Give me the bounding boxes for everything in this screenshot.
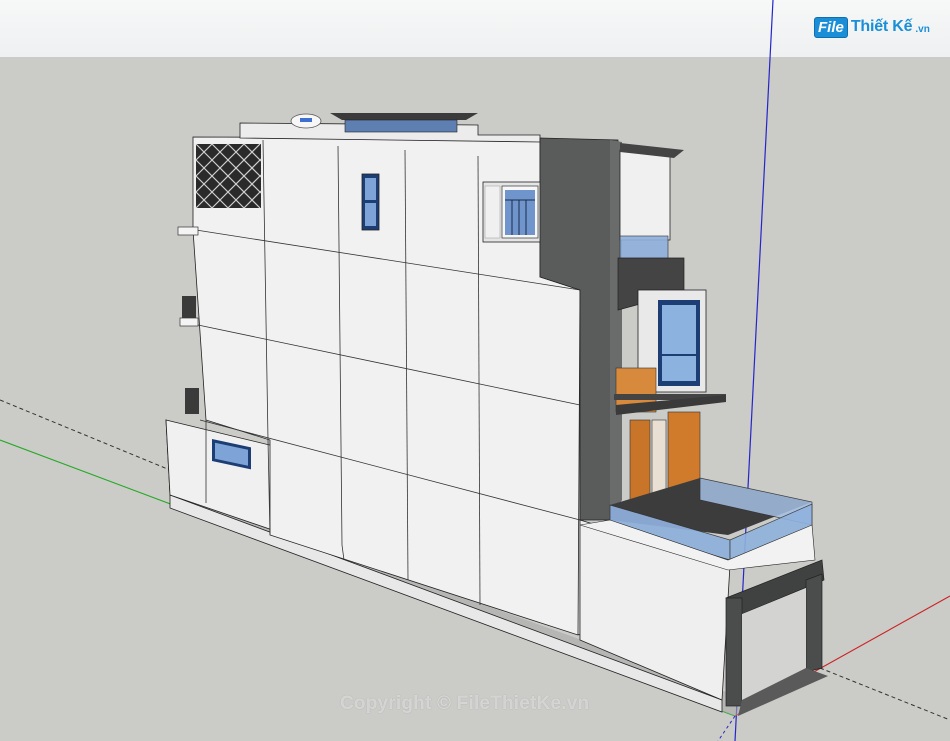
roof-pergola-glass <box>344 119 458 133</box>
gate-pillar-right <box>805 573 823 673</box>
slab-upper <box>177 226 199 236</box>
upper-terrace-wall <box>619 149 671 241</box>
copyright-watermark: Copyright © FileThietKe.vn <box>340 693 590 714</box>
logo-tld: .vn <box>915 24 930 35</box>
filethietke-logo: File Thiết Kế .vn <box>814 14 930 40</box>
logo-mark: File <box>814 16 848 38</box>
red-axis-dashed <box>819 667 950 721</box>
balcony-rail-left <box>182 296 196 320</box>
blue-axis-dashed <box>717 715 736 741</box>
logo-text: Thiết Kế <box>850 18 913 35</box>
house-model[interactable] <box>0 0 950 741</box>
water-tank-label <box>300 118 312 122</box>
facade-window-glass <box>365 178 376 200</box>
slab-mid <box>179 317 199 327</box>
gate-pillar-left <box>725 597 743 707</box>
roof-pergola <box>330 113 478 120</box>
bay-window-glass <box>662 305 696 381</box>
sketchup-viewport[interactable]: File Thiết Kế .vn Copyright © FileThietK… <box>0 0 950 741</box>
facade-window-glass-lower <box>365 203 376 226</box>
green-axis-dashed <box>0 399 171 471</box>
balcony-rail-lower <box>185 388 199 414</box>
upper-window-shutter <box>484 185 501 239</box>
upper-window-glass <box>505 190 535 235</box>
